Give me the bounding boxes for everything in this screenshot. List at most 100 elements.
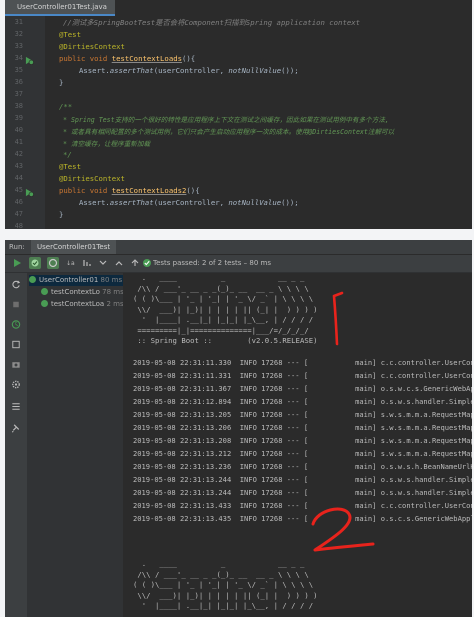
keyword: public void [59, 186, 112, 195]
log-line: 2019-05-08 22:31:13.208 INFO 17268 --- [… [133, 436, 472, 445]
code-line-36: } [59, 78, 64, 87]
code-line-45: public void testContextLoads2(){ [59, 186, 200, 195]
tree-item-label: testContextLo [51, 288, 103, 296]
line-number: 40 [14, 126, 23, 134]
banner-line: ( ( )\___ | '_ | '_| | '_ \/ _` | \ \ \ … [133, 580, 314, 589]
banner-line: /\\ / ___'_ __ _ _(_)_ __ __ _ \ \ \ \ [133, 283, 309, 293]
run-label: Run: [9, 243, 25, 251]
editor-file-tab-label: UserController01Test.java [17, 3, 107, 11]
export-results-icon[interactable] [10, 339, 22, 350]
code-line-46: Assert.assertThat(userController, notNul… [79, 198, 299, 207]
editor-file-tab[interactable]: UserController01Test.java [5, 0, 115, 16]
keyword: public void [59, 54, 112, 63]
code-line-41: * 清空缓存，让程序重新加载 [63, 140, 151, 148]
banner-line: . ____ _ __ _ _ [133, 273, 305, 282]
code-token: Assert. [79, 66, 110, 75]
pin-icon[interactable] [10, 423, 22, 434]
previous-failed-icon[interactable] [129, 257, 141, 269]
log-line: 2019-05-08 22:31:11.367 INFO 17268 --- [… [133, 384, 472, 393]
banner-line: \\/ ___)| |_)| | | | | || (_| | ) ) ) ) [133, 304, 318, 314]
passed-icon [41, 288, 48, 295]
test-results-tree: UserController01 80 ms testContextLo 78 … [27, 273, 124, 617]
log-line: 2019-05-08 22:31:13.212 INFO 17268 --- [… [133, 449, 472, 458]
code-token: (userController, [153, 66, 229, 75]
tree-item-test-class[interactable]: UserController01 80 ms [29, 275, 123, 286]
log-line: 2019-05-08 22:31:13.433 INFO 17268 --- [… [133, 501, 472, 510]
rerun-icon[interactable] [11, 257, 23, 269]
run-side-toolbar [5, 273, 27, 617]
log-line: 2019-05-08 22:31:13.435 INFO 17268 --- [… [133, 514, 472, 523]
layout-icon[interactable] [10, 401, 22, 412]
passed-icon [41, 300, 48, 307]
line-number: 36 [14, 78, 23, 86]
tree-item-duration: 78 ms [102, 288, 123, 296]
run-toolbar: ↓a Tests passed: 2 of 2 tests – 80 ms [5, 255, 472, 273]
sort-alphabetically-icon[interactable]: ↓a [65, 257, 77, 269]
tree-item-label: UserController01 [39, 276, 101, 284]
method-name: testContextLoads2 [111, 186, 187, 195]
line-number: 31 [14, 18, 23, 26]
banner-line: ( ( )\___ | '_ | '_| | '_ \/ _` | \ \ \ … [133, 294, 314, 303]
code-token: (){ [182, 54, 196, 63]
line-number: 46 [14, 198, 23, 206]
editor-gutter: 31 32 33 34 35 36 37 38 39 40 41 42 43 4… [5, 16, 45, 229]
tree-item-duration: 80 ms [100, 276, 123, 284]
show-ignored-icon[interactable] [47, 257, 59, 269]
log-line: 2019-05-08 22:31:11.330 INFO 17268 --- [… [133, 358, 472, 367]
show-passed-icon[interactable] [29, 257, 41, 269]
code-line-47: } [59, 210, 64, 219]
code-token: notNullValue [228, 66, 282, 75]
code-token: ()); [281, 198, 299, 207]
method-name: testContextLoads [111, 54, 183, 63]
log-line: 2019-05-08 22:31:11.331 INFO 17268 --- [… [133, 371, 472, 380]
run-test-gutter-icon[interactable] [25, 188, 34, 197]
code-line-32: @Test [59, 30, 81, 39]
tree-item-test-method[interactable]: testContextLo 78 ms [41, 287, 123, 298]
log-line: 2019-05-08 22:31:13.244 INFO 17268 --- [… [133, 475, 472, 484]
code-token: Assert. [79, 198, 110, 207]
log-line: 2019-05-08 22:31:12.894 INFO 17268 --- [… [133, 397, 472, 406]
line-number: 35 [14, 66, 23, 74]
sort-by-duration-icon[interactable] [81, 257, 93, 269]
run-test-gutter-icon[interactable] [25, 56, 34, 65]
code-line-43: @Test [59, 162, 81, 171]
banner-line: . ____ _ __ _ _ [133, 559, 305, 568]
screenshot-icon[interactable] [10, 359, 22, 370]
code-line-42: */ [63, 150, 72, 159]
toggle-auto-test-icon[interactable] [10, 319, 22, 330]
line-number: 38 [14, 102, 23, 110]
tree-item-test-method[interactable]: testContextLoa 2 ms [41, 299, 123, 310]
run-header: Run: UserController01Test [5, 240, 472, 255]
code-line-33: @DirtiesContext [59, 42, 125, 51]
code-line-31: //测试多SpringBootTest是否会将Component扫描到Sprin… [63, 18, 361, 27]
passed-icon [29, 276, 36, 283]
line-number: 37 [14, 90, 23, 98]
banner-line: \\/ ___)| |_)| | | | | || (_| | ) ) ) ) [133, 590, 318, 600]
code-token: assertThat [109, 198, 154, 207]
settings-icon[interactable] [10, 379, 22, 390]
tree-item-duration: 2 ms [106, 300, 123, 308]
svg-text:↓a: ↓a [66, 260, 75, 267]
rerun-failed-icon[interactable] [10, 279, 22, 290]
run-config-tab[interactable]: UserController01Test [31, 240, 117, 254]
line-number: 44 [14, 174, 23, 182]
code-token: notNullValue [228, 198, 282, 207]
tests-passed-icon [143, 259, 151, 267]
code-line-34: public void testContextLoads(){ [59, 54, 195, 63]
code-token: (){ [186, 186, 200, 195]
code-editor[interactable]: UserController01Test.java 31 32 33 34 35… [5, 0, 472, 229]
console-output[interactable]: . ____ _ __ _ _ /\\ / ___'_ __ _ _(_)_ _… [129, 273, 472, 617]
line-number: 34 [14, 54, 23, 62]
expand-all-icon[interactable] [97, 257, 109, 269]
log-line: 2019-05-08 22:31:13.244 INFO 17268 --- [… [133, 488, 472, 497]
run-config-tab-label: UserController01Test [37, 243, 111, 251]
line-number: 39 [14, 114, 23, 122]
log-line: 2019-05-08 22:31:13.236 INFO 17268 --- [… [133, 462, 472, 471]
code-token: ()); [281, 66, 299, 75]
line-number: 48 [14, 222, 23, 229]
code-line-35: Assert.assertThat(userController, notNul… [79, 66, 299, 75]
collapse-all-icon[interactable] [113, 257, 125, 269]
run-tool-window: Run: UserController01Test ↓a Tests passe… [5, 240, 472, 617]
stop-icon[interactable] [10, 299, 22, 310]
code-token: assertThat [109, 66, 154, 75]
